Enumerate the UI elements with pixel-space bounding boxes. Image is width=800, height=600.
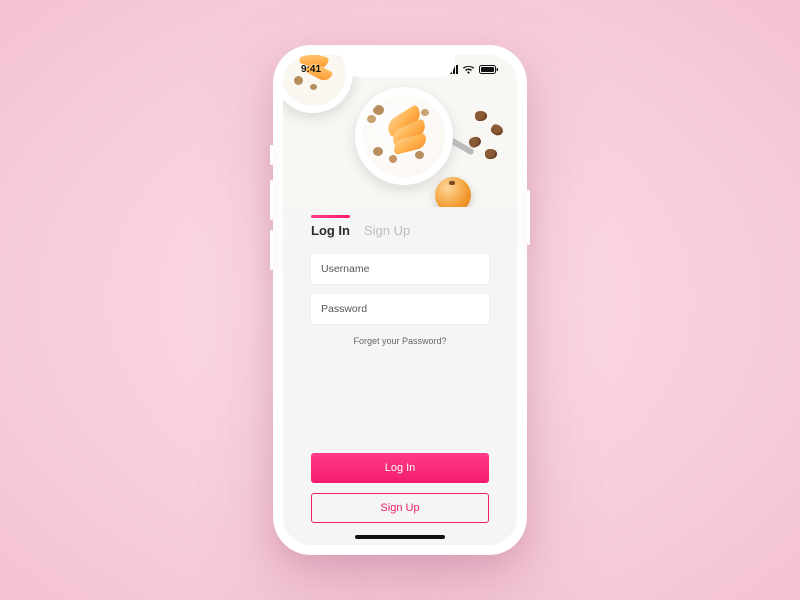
auth-tabs: Log In Sign Up (283, 215, 517, 238)
forgot-password-link[interactable]: Forget your Password? (311, 336, 489, 346)
signup-button[interactable]: Sign Up (311, 493, 489, 523)
status-time: 9:41 (301, 64, 321, 75)
phone-frame: 9:41 (273, 45, 527, 555)
wifi-icon (462, 65, 475, 74)
tab-signup[interactable]: Sign Up (364, 215, 410, 238)
phone-side-button (527, 190, 530, 245)
hero-walnut (485, 149, 497, 159)
action-buttons: Log In Sign Up (283, 453, 517, 545)
hero-walnut (468, 135, 483, 149)
password-input[interactable] (311, 294, 489, 324)
phone-side-button (270, 145, 273, 165)
hero-orange (435, 177, 471, 207)
hero-walnut (489, 123, 504, 138)
hero-bowl (355, 87, 453, 185)
app-screen: 9:41 (283, 55, 517, 545)
login-form: Forget your Password? (283, 238, 517, 346)
battery-icon (479, 65, 499, 74)
tab-login[interactable]: Log In (311, 215, 350, 238)
device-notch (345, 55, 455, 77)
username-input[interactable] (311, 254, 489, 284)
home-indicator[interactable] (355, 535, 445, 539)
login-button[interactable]: Log In (311, 453, 489, 483)
hero-walnut (475, 111, 487, 121)
phone-side-button (270, 230, 273, 270)
phone-side-button (270, 180, 273, 220)
